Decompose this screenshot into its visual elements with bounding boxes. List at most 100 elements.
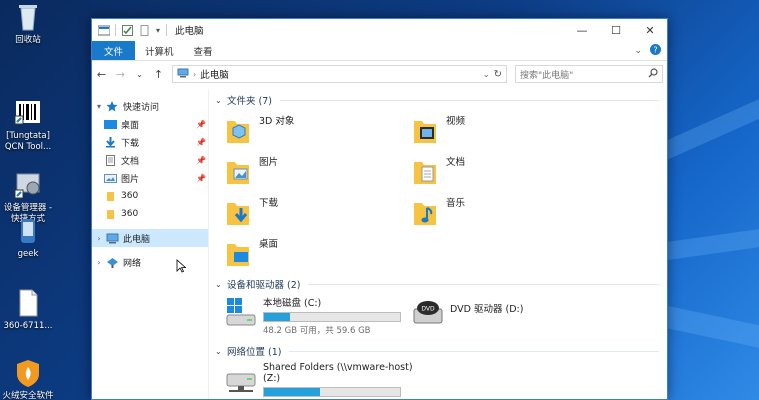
collapsed-chevron-icon[interactable]: › xyxy=(92,258,106,267)
nav-label: 下载 xyxy=(121,138,140,149)
group-collapse-chevron-icon[interactable]: ⌄ xyxy=(215,347,227,356)
address-bar-row: ← → ⌄ ↑ › 此电脑 ⌄ ↻ 搜索"此电脑" xyxy=(92,61,667,87)
up-arrow-icon[interactable]: ↑ xyxy=(153,68,164,81)
nav-label: 桌面 xyxy=(121,120,140,131)
window-controls: — ☐ ✕ xyxy=(565,19,667,41)
nav-quick-access[interactable]: ▾ 快速访问 xyxy=(92,97,208,115)
this-pc-icon xyxy=(177,68,189,81)
drive-name: 本地磁盘 (C:) xyxy=(263,298,322,309)
group-title: 网络位置 (1) xyxy=(227,347,282,358)
folder-item-pictures[interactable]: 图片 xyxy=(225,150,412,191)
pictures-folder-icon xyxy=(225,156,251,186)
back-arrow-icon[interactable]: ← xyxy=(96,68,107,81)
group-header-folders[interactable]: ⌄ 文件夹 (7) xyxy=(215,91,667,109)
folder-name: 桌面 xyxy=(259,239,279,250)
desktop-icon-geek[interactable]: geek xyxy=(0,216,56,260)
folder-name: 文档 xyxy=(446,157,466,168)
drive-size: 48.2 GB 可用，共 59.6 GB xyxy=(263,326,371,336)
nav-item-360[interactable]: 360 xyxy=(92,205,208,223)
tab-computer[interactable]: 计算机 xyxy=(135,41,184,60)
folder-name: 3D 对象 xyxy=(259,116,295,127)
forward-arrow-icon[interactable]: → xyxy=(115,68,126,81)
desktop-icon-label: 360-6711... xyxy=(3,321,53,331)
address-field[interactable]: › 此电脑 ⌄ ↻ xyxy=(172,65,507,83)
desktop-folder-icon xyxy=(104,119,117,130)
nav-label: 网络 xyxy=(123,258,142,269)
drive-item-c[interactable]: 本地磁盘 (C:) 48.2 GB 可用，共 59.6 GB xyxy=(225,295,412,336)
drive-usage-bar xyxy=(263,387,401,397)
new-folder-icon[interactable] xyxy=(139,24,150,36)
breadcrumb-separator-icon[interactable]: › xyxy=(193,70,196,79)
nav-item-documents[interactable]: 文档 📌 xyxy=(92,151,208,169)
tab-view[interactable]: 查看 xyxy=(184,41,223,60)
usage-fill xyxy=(264,388,320,396)
properties-icon[interactable] xyxy=(122,24,133,36)
nav-label: 360 xyxy=(121,209,139,219)
pin-icon[interactable]: 📌 xyxy=(196,156,206,165)
close-button[interactable]: ✕ xyxy=(633,19,667,41)
nav-item-downloads[interactable]: 下载 📌 xyxy=(92,133,208,151)
drive-usage-bar xyxy=(263,312,401,322)
device-manager-icon xyxy=(13,159,43,199)
group-collapse-chevron-icon[interactable]: ⌄ xyxy=(215,280,227,289)
folder-item-music[interactable]: 音乐 xyxy=(412,191,599,232)
refresh-icon[interactable]: ↻ xyxy=(494,69,502,80)
drive-info: 本地磁盘 (C:) 48.2 GB 可用，共 59.6 GB xyxy=(263,295,401,336)
expand-ribbon-chevron-icon[interactable]: ⌄ xyxy=(634,46,642,56)
nav-network[interactable]: › 网络 xyxy=(92,253,208,271)
folder-item-documents[interactable]: 文档 xyxy=(412,150,599,191)
address-dropdown-chevron-icon[interactable]: ⌄ xyxy=(483,70,490,79)
star-icon xyxy=(106,100,119,112)
collapsed-chevron-icon[interactable]: › xyxy=(92,234,106,243)
folder-icon xyxy=(104,209,117,220)
music-folder-icon xyxy=(412,197,438,227)
expanded-chevron-icon[interactable]: ▾ xyxy=(92,102,106,111)
desktop-icon-label: 火绒安全软件 xyxy=(2,391,54,400)
desktop-icon-label: geek xyxy=(17,249,39,259)
folder-item-videos[interactable]: 视频 xyxy=(412,109,599,150)
network-icon xyxy=(106,257,119,268)
drive-item-d[interactable]: DVD DVD 驱动器 (D:) xyxy=(412,295,599,336)
divider xyxy=(289,350,659,352)
window-app-icon[interactable] xyxy=(97,25,111,36)
desktop-icon-360-file[interactable]: 360-6711... xyxy=(0,288,56,332)
nav-item-pictures[interactable]: 图片 📌 xyxy=(92,169,208,187)
recent-locations-chevron-icon[interactable]: ⌄ xyxy=(134,70,145,79)
nav-label: 文档 xyxy=(121,156,140,167)
nav-this-pc[interactable]: › 此电脑 xyxy=(92,229,208,247)
tab-file[interactable]: 文件 xyxy=(92,41,136,60)
nav-label: 360 xyxy=(121,191,139,201)
minimize-button[interactable]: — xyxy=(565,19,599,41)
svg-text:?: ? xyxy=(653,45,657,54)
folder-item-desktop[interactable]: 桌面 xyxy=(225,232,412,273)
quick-access-toolbar: ▾ xyxy=(97,24,168,36)
file-list-pane: ⌄ 文件夹 (7) 3D 对象 视频 图片 文档 下载 音乐 桌面 ⌄ 设备和驱… xyxy=(208,89,667,399)
navigation-pane: ▾ 快速访问 桌面 📌 下载 📌 文档 📌 图片 📌 360 360 › 此电脑… xyxy=(92,89,208,399)
desktop-icon-huorong[interactable]: 火绒安全软件 xyxy=(0,358,56,400)
folder-item-3d-objects[interactable]: 3D 对象 xyxy=(225,109,412,150)
shield-flame-icon xyxy=(13,358,43,388)
folder-icon xyxy=(104,191,117,202)
group-title: 设备和驱动器 (2) xyxy=(227,280,301,291)
barcode-icon xyxy=(13,87,43,125)
download-arrow-icon xyxy=(104,136,117,148)
breadcrumb-this-pc[interactable]: 此电脑 xyxy=(200,67,229,81)
maximize-button[interactable]: ☐ xyxy=(599,19,633,41)
desktop-icon-recycle-bin[interactable]: 回收站 xyxy=(0,2,56,46)
network-drive-icon xyxy=(225,362,257,396)
group-header-network-locations[interactable]: ⌄ 网络位置 (1) xyxy=(215,342,667,360)
pin-icon[interactable]: 📌 xyxy=(196,138,206,147)
customize-qat-chevron-icon[interactable]: ▾ xyxy=(156,26,160,35)
nav-item-desktop[interactable]: 桌面 📌 xyxy=(92,115,208,133)
network-location-z[interactable]: Shared Folders (\\vmware-host) (Z:) xyxy=(225,362,485,397)
pin-icon[interactable]: 📌 xyxy=(196,120,206,129)
group-collapse-chevron-icon[interactable]: ⌄ xyxy=(215,96,227,105)
search-input[interactable]: 搜索"此电脑" xyxy=(515,65,663,83)
folder-item-downloads[interactable]: 下载 xyxy=(225,191,412,232)
drive-name: Shared Folders (\\vmware-host) (Z:) xyxy=(263,362,413,384)
drives-list: 本地磁盘 (C:) 48.2 GB 可用，共 59.6 GB DVD DVD 驱… xyxy=(215,295,667,336)
group-header-devices[interactable]: ⌄ 设备和驱动器 (2) xyxy=(215,275,667,293)
nav-item-360[interactable]: 360 xyxy=(92,187,208,205)
pin-icon[interactable]: 📌 xyxy=(196,174,206,183)
help-icon[interactable]: ? xyxy=(650,43,661,58)
